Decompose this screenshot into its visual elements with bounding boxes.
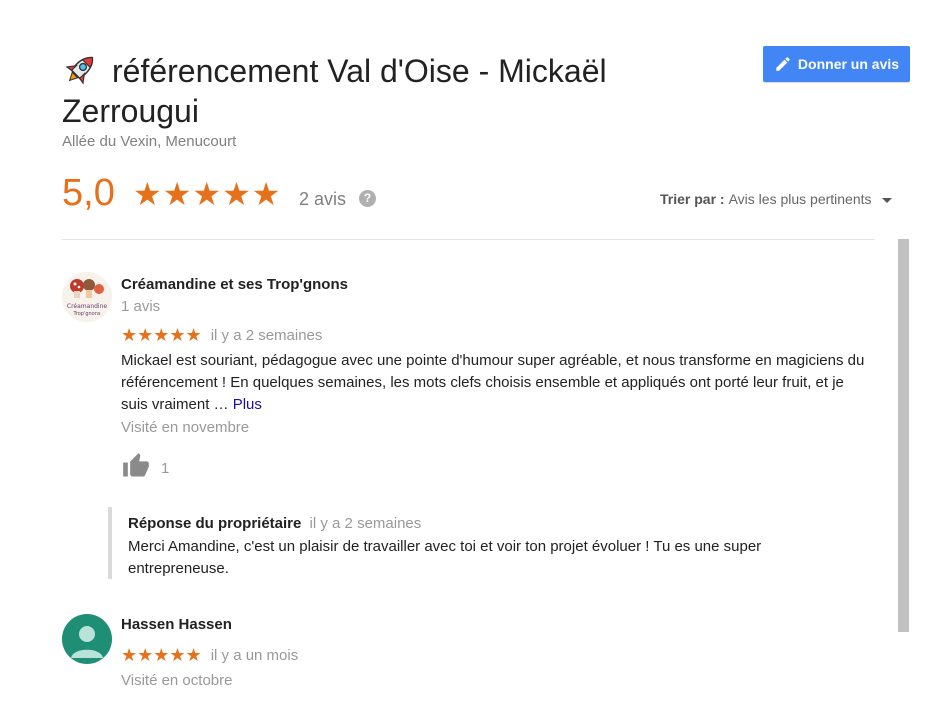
review-author[interactable]: Créamandine et ses Trop'gnons: [121, 276, 348, 293]
visited-label: Visité en octobre: [121, 672, 233, 689]
sort-value: Avis les plus pertinents: [728, 191, 872, 207]
sort-label: Trier par :: [660, 191, 725, 207]
average-stars: ★★★★★: [133, 176, 282, 212]
read-more-link[interactable]: Plus: [233, 396, 262, 413]
avatar[interactable]: Créamandine Trop'gnons: [62, 272, 112, 322]
visited-label: Visité en novembre: [121, 419, 250, 436]
sort-caret-icon: [881, 197, 892, 203]
write-review-button[interactable]: Donner un avis: [763, 46, 910, 82]
review-author[interactable]: Hassen Hassen: [121, 616, 232, 633]
author-logo-icon: Créamandine Trop'gnons: [62, 272, 112, 322]
place-title-text: référencement Val d'Oise - Mickaël Zerro…: [62, 53, 607, 129]
like-count: 1: [161, 459, 170, 477]
svg-text:Créamandine: Créamandine: [67, 303, 107, 310]
review-time: il y a 2 semaines: [210, 327, 323, 344]
svg-text:Trop'gnons: Trop'gnons: [72, 311, 100, 317]
owner-reply-label: Réponse du propriétaire: [128, 515, 302, 532]
pencil-icon: [776, 57, 790, 71]
place-title: référencement Val d'Oise - Mickaël Zerro…: [62, 50, 722, 131]
place-address: Allée du Vexin, Menucourt: [62, 133, 237, 150]
author-review-count: 1 avis: [121, 298, 161, 315]
owner-reply-time: il y a 2 semaines: [309, 515, 422, 532]
sort-dropdown[interactable]: Trier par : Avis les plus pertinents: [660, 191, 892, 207]
thumbs-up-icon: [123, 453, 149, 477]
divider: [62, 239, 875, 240]
review-rating-row: ★★★★★ il y a 2 semaines: [121, 325, 322, 346]
review-stars: ★★★★★: [121, 645, 202, 665]
review-time: il y a un mois: [210, 647, 299, 664]
review-stars: ★★★★★: [121, 325, 202, 345]
review-rating-row: ★★★★★ il y a un mois: [121, 645, 298, 666]
help-icon[interactable]: ?: [359, 190, 376, 207]
owner-reply-text: Merci Amandine, c'est un plaisir de trav…: [128, 538, 762, 577]
write-review-label: Donner un avis: [797, 56, 900, 72]
like-button[interactable]: 1: [121, 452, 169, 480]
scrollbar[interactable]: [898, 239, 909, 632]
owner-reply-header: Réponse du propriétaire il y a 2 semaine…: [128, 515, 421, 532]
review-count: 2 avis: [299, 189, 347, 209]
avatar[interactable]: [62, 614, 112, 664]
place-header: référencement Val d'Oise - Mickaël Zerro…: [62, 50, 722, 131]
rocket-icon: [62, 50, 100, 88]
average-rating: 5,0: [62, 172, 115, 214]
person-avatar-icon: [71, 626, 103, 658]
owner-reply-bar: [108, 507, 112, 579]
review-text: Mickael est souriant, pédagogue avec une…: [121, 350, 866, 416]
